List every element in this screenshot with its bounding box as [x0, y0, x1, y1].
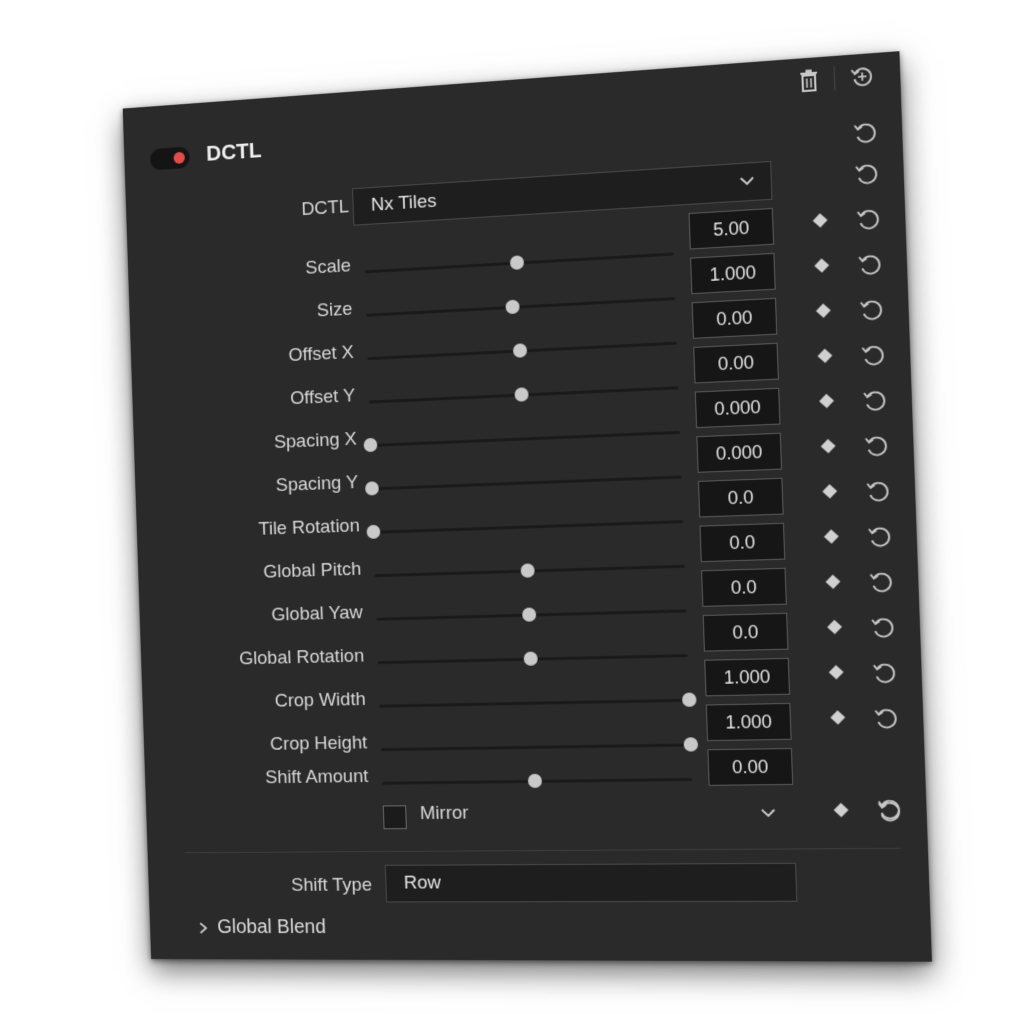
reset-icon[interactable]	[853, 160, 881, 189]
reset-icon[interactable]	[867, 569, 895, 597]
keyframe-diamond-icon[interactable]	[822, 484, 838, 499]
reset-icon[interactable]	[851, 119, 879, 148]
enable-indicator	[173, 151, 186, 165]
reset-icon[interactable]	[862, 432, 890, 460]
param-value-field[interactable]: 0.0	[701, 567, 787, 607]
reset-icon[interactable]	[858, 296, 886, 324]
keyframe-diamond-icon[interactable]	[823, 529, 839, 544]
reset-icon[interactable]	[861, 387, 889, 415]
keyframe-diamond-icon[interactable]	[827, 619, 842, 635]
global-blend-section[interactable]: Global Blend	[196, 916, 326, 939]
keyframe-diamond-icon[interactable]	[833, 802, 849, 818]
global-blend-label: Global Blend	[216, 916, 327, 938]
keyframe-diamond-icon[interactable]	[820, 438, 836, 454]
keyframe-diamond-icon[interactable]	[830, 710, 846, 725]
panel-header-actions	[798, 63, 875, 93]
param-label: Shift Amount	[264, 766, 369, 789]
keyframe-diamond-icon[interactable]	[815, 303, 831, 318]
reset-icon[interactable]	[869, 614, 897, 642]
reset-icon[interactable]	[854, 205, 882, 233]
param-slider[interactable]	[381, 773, 693, 788]
keyframe-diamond-icon[interactable]	[812, 213, 828, 228]
shift-type-select[interactable]: Row	[384, 862, 798, 903]
param-value-field[interactable]: 0.0	[702, 612, 789, 652]
param-value-field[interactable]: 0.00	[691, 297, 778, 339]
reset-icon[interactable]	[856, 251, 884, 279]
reset-icon[interactable]	[870, 660, 898, 687]
param-value-field[interactable]: 5.00	[688, 207, 775, 250]
shift-type-label: Shift Type	[290, 874, 373, 896]
param-value-field[interactable]: 0.0	[697, 477, 784, 518]
reset-icon[interactable]	[872, 705, 900, 732]
dctl-panel: DCTL DCTL Nx Tiles Scale 5.00 Size 1.000 Off…	[122, 51, 933, 962]
keyframe-diamond-icon[interactable]	[814, 258, 830, 273]
param-value-field[interactable]: 0.0	[699, 522, 786, 563]
chevron-right-icon	[196, 921, 210, 935]
reset-icon[interactable]	[864, 478, 892, 506]
slider-thumb[interactable]	[527, 773, 543, 788]
dctl-select-label: DCTL	[300, 196, 350, 221]
shift-type-controls	[146, 792, 928, 839]
param-list: Scale 5.00 Size 1.000 Offset X 0.00 Offset Y 0.…	[123, 51, 900, 108]
section-divider	[184, 847, 901, 854]
chevron-down-icon	[737, 171, 756, 191]
param-value-field[interactable]: 0.000	[696, 432, 783, 473]
shift-type-value: Row	[403, 872, 442, 894]
keyframe-diamond-icon[interactable]	[819, 393, 834, 409]
param-value-field[interactable]: 0.000	[694, 387, 781, 429]
trash-icon[interactable]	[798, 68, 820, 92]
chevron-down-icon	[759, 803, 778, 822]
param-value-field[interactable]: 1.000	[690, 252, 776, 295]
param-value-field[interactable]: 1.000	[704, 657, 791, 697]
param-value-field[interactable]: 1.000	[705, 702, 792, 742]
param-row: Shift Amount 0.00	[144, 744, 925, 794]
keyframe-diamond-icon[interactable]	[828, 664, 844, 680]
reset-all-icon[interactable]	[849, 63, 875, 90]
reset-icon[interactable]	[859, 341, 887, 369]
dctl-select-value: Nx Tiles	[370, 190, 437, 216]
keyframe-diamond-icon[interactable]	[825, 574, 841, 590]
keyframe-diamond-icon[interactable]	[817, 348, 833, 364]
reset-icon[interactable]	[866, 523, 894, 551]
shift-type-dropdown-toggle[interactable]	[383, 795, 793, 835]
param-value-field[interactable]: 0.00	[707, 747, 794, 786]
header-divider	[833, 66, 836, 91]
shift-type-row: Shift Type Row	[148, 858, 930, 903]
reset-icon[interactable]	[875, 798, 903, 825]
param-value-field[interactable]: 0.00	[693, 342, 779, 384]
